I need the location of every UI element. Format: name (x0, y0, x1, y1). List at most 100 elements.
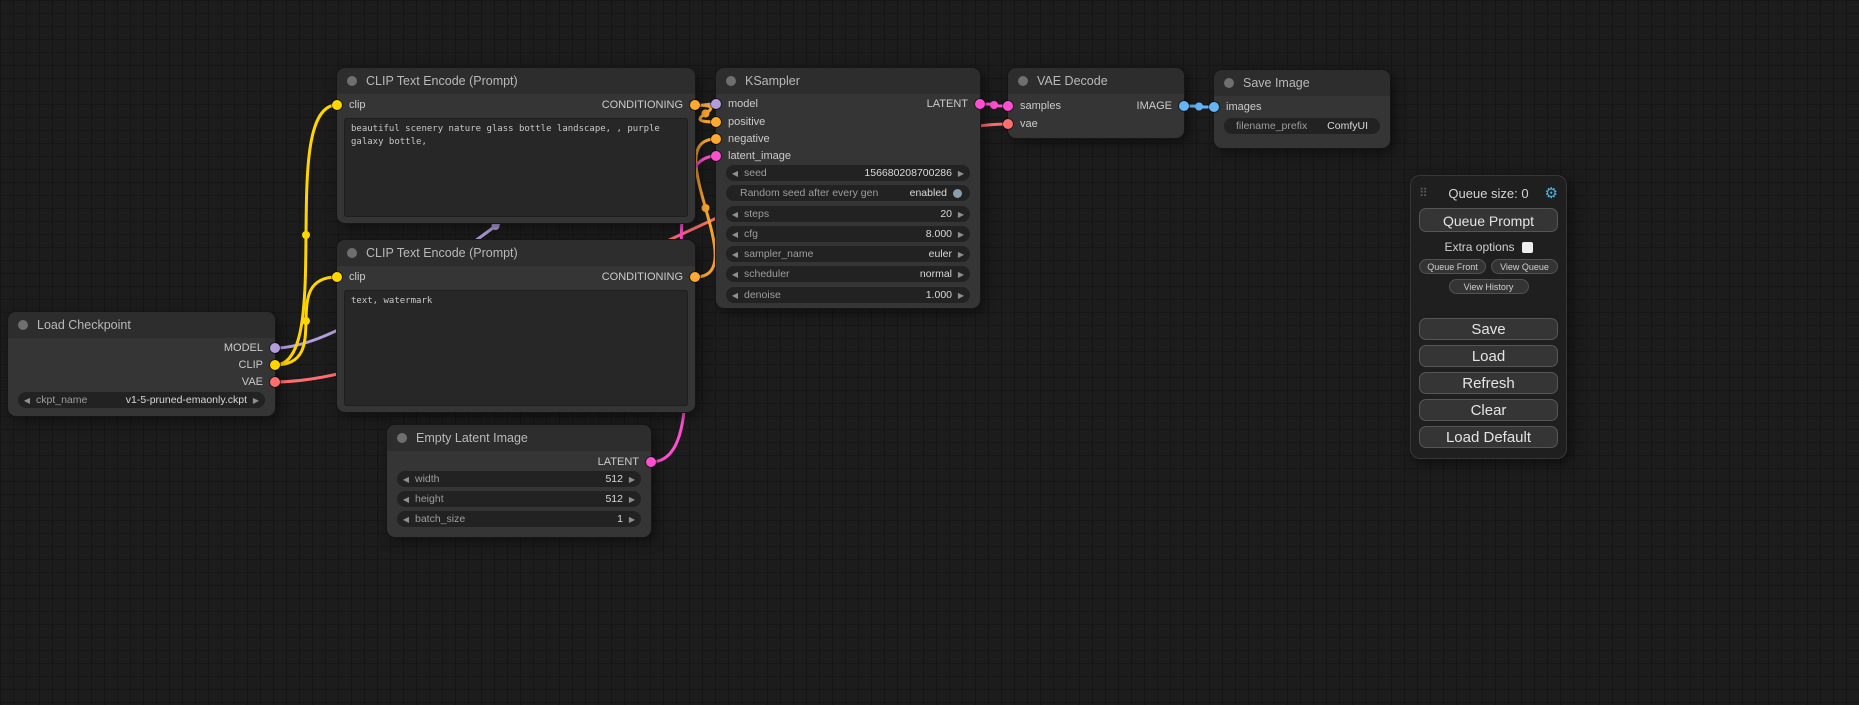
increment-arrow-icon[interactable]: ▶ (247, 396, 265, 405)
refresh-button[interactable]: Refresh (1419, 372, 1558, 394)
input-slot-positive[interactable]: positive (711, 114, 765, 130)
save-button[interactable]: Save (1419, 318, 1558, 340)
decrement-arrow-icon[interactable]: ◀ (397, 475, 415, 484)
node-title-bar[interactable]: Empty Latent Image (387, 425, 651, 451)
conditioning-slot-dot[interactable] (711, 134, 721, 144)
output-slot-conditioning[interactable]: CONDITIONING (602, 269, 700, 285)
node-vae-decode[interactable]: VAE Decode samples vae IMAGE (1008, 68, 1184, 138)
input-slot-model[interactable]: model (711, 96, 758, 112)
node-empty-latent-image[interactable]: Empty Latent Image LATENT ◀ width 512 ▶ … (387, 425, 651, 537)
node-clip-text-encode-negative[interactable]: CLIP Text Encode (Prompt) clip CONDITION… (337, 240, 695, 412)
sampler-name-widget[interactable]: ◀ sampler_name euler ▶ (726, 246, 970, 262)
random-seed-toggle[interactable]: Random seed after every gen enabled (726, 185, 970, 201)
node-save-image[interactable]: Save Image images filename_prefix ComfyU… (1214, 70, 1390, 148)
decrement-arrow-icon[interactable]: ◀ (726, 230, 744, 239)
positive-prompt-textarea[interactable]: beautiful scenery nature glass bottle la… (344, 118, 688, 217)
input-slot-clip[interactable]: clip (332, 269, 366, 285)
increment-arrow-icon[interactable]: ▶ (952, 250, 970, 259)
increment-arrow-icon[interactable]: ▶ (952, 291, 970, 300)
collapse-dot[interactable] (347, 76, 357, 86)
toggle-dot[interactable] (953, 189, 962, 198)
node-title-bar[interactable]: Load Checkpoint (8, 312, 275, 338)
collapse-dot[interactable] (726, 76, 736, 86)
input-slot-clip[interactable]: clip (332, 97, 366, 113)
input-slot-negative[interactable]: negative (711, 131, 770, 147)
view-history-button[interactable]: View History (1449, 279, 1529, 294)
scheduler-widget[interactable]: ◀ scheduler normal ▶ (726, 266, 970, 282)
steps-widget[interactable]: ◀ steps 20 ▶ (726, 206, 970, 222)
decrement-arrow-icon[interactable]: ◀ (726, 250, 744, 259)
queue-front-button[interactable]: Queue Front (1419, 259, 1486, 274)
output-slot-clip[interactable]: CLIP (239, 357, 280, 373)
latent-slot-dot[interactable] (646, 457, 656, 467)
latent-slot-dot[interactable] (711, 151, 721, 161)
load-default-button[interactable]: Load Default (1419, 426, 1558, 448)
conditioning-slot-dot[interactable] (690, 272, 700, 282)
input-slot-latent-image[interactable]: latent_image (711, 148, 791, 164)
model-slot-dot[interactable] (711, 99, 721, 109)
settings-gear-icon[interactable]: ⚙ (1542, 184, 1558, 202)
collapse-dot[interactable] (397, 433, 407, 443)
output-slot-latent[interactable]: LATENT (927, 96, 985, 112)
collapse-dot[interactable] (347, 248, 357, 258)
output-slot-image[interactable]: IMAGE (1137, 98, 1189, 114)
increment-arrow-icon[interactable]: ▶ (623, 515, 641, 524)
input-slot-images[interactable]: images (1209, 99, 1261, 115)
ckpt-name-widget[interactable]: ◀ ckpt_name v1-5-pruned-emaonly.ckpt ▶ (18, 392, 265, 408)
node-ksampler[interactable]: KSampler model positive negative latent_… (716, 68, 980, 308)
node-title-bar[interactable]: VAE Decode (1008, 68, 1184, 94)
queue-prompt-button[interactable]: Queue Prompt (1419, 208, 1558, 232)
input-slot-samples[interactable]: samples (1003, 98, 1061, 114)
image-slot-dot[interactable] (1179, 101, 1189, 111)
vae-slot-dot[interactable] (1003, 119, 1013, 129)
latent-slot-dot[interactable] (975, 99, 985, 109)
output-slot-latent[interactable]: LATENT (598, 454, 656, 470)
image-slot-dot[interactable] (1209, 102, 1219, 112)
batch-size-widget[interactable]: ◀ batch_size 1 ▶ (397, 511, 641, 527)
decrement-arrow-icon[interactable]: ◀ (397, 495, 415, 504)
filename-prefix-widget[interactable]: filename_prefix ComfyUI (1224, 118, 1380, 134)
node-clip-text-encode-positive[interactable]: CLIP Text Encode (Prompt) clip CONDITION… (337, 68, 695, 223)
decrement-arrow-icon[interactable]: ◀ (726, 169, 744, 178)
latent-slot-dot[interactable] (1003, 101, 1013, 111)
load-button[interactable]: Load (1419, 345, 1558, 367)
decrement-arrow-icon[interactable]: ◀ (726, 270, 744, 279)
conditioning-slot-dot[interactable] (690, 100, 700, 110)
node-load-checkpoint[interactable]: Load Checkpoint MODEL CLIP VAE ◀ ckpt_na… (8, 312, 275, 416)
drag-handle-icon[interactable]: ⠿ (1419, 186, 1435, 200)
increment-arrow-icon[interactable]: ▶ (952, 210, 970, 219)
model-slot-dot[interactable] (270, 343, 280, 353)
width-widget[interactable]: ◀ width 512 ▶ (397, 471, 641, 487)
increment-arrow-icon[interactable]: ▶ (623, 475, 641, 484)
node-title-bar[interactable]: KSampler (716, 68, 980, 94)
clear-button[interactable]: Clear (1419, 399, 1558, 421)
queue-menu-panel[interactable]: ⠿ Queue size: 0 ⚙ Queue Prompt Extra opt… (1410, 175, 1567, 459)
output-slot-model[interactable]: MODEL (224, 340, 280, 356)
input-slot-vae[interactable]: vae (1003, 116, 1038, 132)
vae-slot-dot[interactable] (270, 377, 280, 387)
decrement-arrow-icon[interactable]: ◀ (397, 515, 415, 524)
decrement-arrow-icon[interactable]: ◀ (726, 291, 744, 300)
collapse-dot[interactable] (1018, 76, 1028, 86)
view-queue-button[interactable]: View Queue (1491, 259, 1558, 274)
decrement-arrow-icon[interactable]: ◀ (18, 396, 36, 405)
output-slot-vae[interactable]: VAE (242, 374, 280, 390)
increment-arrow-icon[interactable]: ▶ (623, 495, 641, 504)
increment-arrow-icon[interactable]: ▶ (952, 270, 970, 279)
negative-prompt-textarea[interactable]: text, watermark (344, 290, 688, 406)
increment-arrow-icon[interactable]: ▶ (952, 169, 970, 178)
seed-widget[interactable]: ◀ seed 156680208700286 ▶ (726, 165, 970, 181)
graph-canvas[interactable]: { "colors": { "model": "#B39DDB", "clip"… (0, 0, 1859, 705)
collapse-dot[interactable] (1224, 78, 1234, 88)
node-title-bar[interactable]: CLIP Text Encode (Prompt) (337, 68, 695, 94)
collapse-dot[interactable] (18, 320, 28, 330)
decrement-arrow-icon[interactable]: ◀ (726, 210, 744, 219)
conditioning-slot-dot[interactable] (711, 117, 721, 127)
node-title-bar[interactable]: Save Image (1214, 70, 1390, 96)
cfg-widget[interactable]: ◀ cfg 8.000 ▶ (726, 226, 970, 242)
clip-slot-dot[interactable] (332, 272, 342, 282)
increment-arrow-icon[interactable]: ▶ (952, 230, 970, 239)
clip-slot-dot[interactable] (332, 100, 342, 110)
extra-options-checkbox[interactable] (1522, 242, 1533, 253)
output-slot-conditioning[interactable]: CONDITIONING (602, 97, 700, 113)
